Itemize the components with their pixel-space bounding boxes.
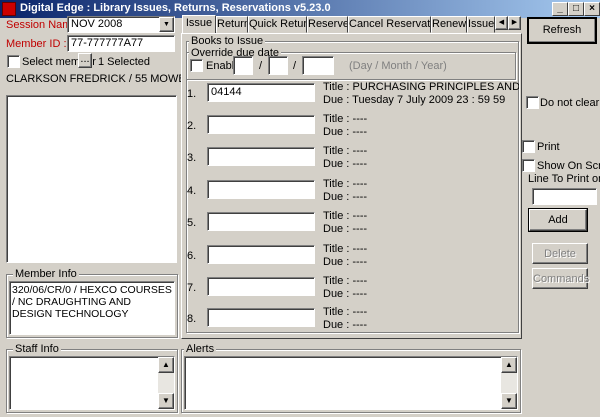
book-barcode-input-8[interactable] — [207, 308, 315, 327]
session-name-select[interactable]: NOV 2008 ▼ — [67, 16, 175, 33]
do-not-clear-checkbox[interactable] — [526, 96, 539, 109]
book-title-6: Title : ---- — [323, 243, 368, 255]
book-due-1: Due : Tuesday 7 July 2009 23 : 59 59 — [323, 94, 506, 106]
date-format-hint: (Day / Month / Year) — [349, 60, 447, 72]
book-barcode-input-1[interactable]: 04144 — [207, 83, 315, 102]
staff-info-group: Staff Info ▲ ▼ — [6, 343, 178, 413]
app-icon — [2, 2, 16, 16]
book-title-4: Title : ---- — [323, 178, 368, 190]
member-id-label: Member ID : — [6, 38, 67, 50]
row-number: 4. — [187, 185, 197, 197]
alerts-label: Alerts — [184, 343, 217, 355]
alerts-text[interactable]: ▲ ▼ — [184, 356, 518, 410]
book-title-5: Title : ---- — [323, 210, 368, 222]
tab-issue[interactable]: Issue — [182, 15, 216, 34]
tab-quick-return[interactable]: Quick Return — [248, 16, 307, 33]
book-barcode-input-2[interactable] — [207, 115, 315, 134]
tab-scroll-right-icon[interactable]: ▶ — [508, 16, 521, 30]
due-month-input[interactable] — [268, 56, 288, 75]
row-number: 5. — [187, 217, 197, 229]
add-button[interactable]: Add — [528, 208, 588, 232]
tab-renew[interactable]: Renew — [431, 16, 467, 33]
book-title-2: Title : ---- — [323, 113, 368, 125]
delete-button[interactable]: Delete — [532, 243, 588, 264]
member-info-text: 320/06/CR/0 / HEXCO COURSES / NC DRAUGHT… — [9, 281, 175, 335]
book-due-2: Due : ---- — [323, 126, 367, 138]
tab-cancel-reservations[interactable]: Cancel Reservations — [348, 16, 431, 33]
dropdown-arrow-icon[interactable]: ▼ — [159, 17, 174, 32]
member-photo-area — [6, 95, 177, 263]
show-on-screen-checkbox[interactable] — [522, 159, 535, 172]
member-info-group: Member Info 320/06/CR/0 / HEXCO COURSES … — [6, 268, 178, 338]
tab-scroll-left-icon[interactable]: ◀ — [495, 16, 508, 30]
minimize-button[interactable]: _ — [552, 2, 568, 16]
row-number: 8. — [187, 313, 197, 325]
due-year-input[interactable] — [302, 56, 334, 75]
staff-info-text[interactable]: ▲ ▼ — [9, 356, 175, 410]
book-barcode-input-3[interactable] — [207, 147, 315, 166]
date-separator-1: / — [259, 60, 263, 72]
row-number: 6. — [187, 250, 197, 262]
session-name-value: NOV 2008 — [71, 18, 123, 30]
select-member-checkbox[interactable] — [7, 55, 20, 68]
close-button[interactable]: × — [584, 2, 600, 16]
tab-reserve[interactable]: Reserve — [307, 16, 348, 33]
member-id-input[interactable]: 77-777777A77 — [67, 35, 175, 52]
alerts-group: Alerts ▲ ▼ — [181, 343, 521, 413]
book-title-3: Title : ---- — [323, 145, 368, 157]
line-to-print-label: Line To Print on : — [528, 173, 600, 185]
staff-info-label: Staff Info — [13, 343, 61, 355]
book-barcode-input-7[interactable] — [207, 277, 315, 296]
do-not-clear-label: Do not clear — [540, 97, 600, 109]
alerts-scrollbar[interactable]: ▲ ▼ — [501, 357, 517, 409]
commands-button[interactable]: Commands — [532, 268, 589, 289]
scroll-up-icon[interactable]: ▲ — [158, 357, 174, 373]
book-barcode-input-5[interactable] — [207, 212, 315, 231]
enable-override-checkbox[interactable] — [190, 59, 203, 72]
row-number: 1. — [187, 88, 197, 100]
show-on-screen-label: Show On Screen — [537, 160, 600, 172]
staff-info-scrollbar[interactable]: ▲ ▼ — [158, 357, 174, 409]
book-due-7: Due : ---- — [323, 288, 367, 300]
book-due-6: Due : ---- — [323, 256, 367, 268]
print-checkbox[interactable] — [522, 140, 535, 153]
book-due-5: Due : ---- — [323, 223, 367, 235]
scroll-down-icon[interactable]: ▼ — [501, 393, 517, 409]
member-name-address: CLARKSON FREDRICK / 55 MOWBRAY DRIV — [6, 73, 182, 85]
date-separator-2: / — [293, 60, 297, 72]
scroll-up-icon[interactable]: ▲ — [501, 357, 517, 373]
window-title: Digital Edge : Library Issues, Returns, … — [20, 2, 331, 14]
book-due-3: Due : ---- — [323, 158, 367, 170]
member-info-label: Member Info — [13, 268, 79, 280]
tab-issue-item[interactable]: Issue I — [467, 16, 495, 33]
print-label: Print — [537, 141, 560, 153]
row-number: 2. — [187, 120, 197, 132]
book-title-8: Title : ---- — [323, 306, 368, 318]
selected-count: 1 Selected — [98, 56, 150, 68]
due-day-input[interactable] — [233, 56, 253, 75]
tab-return[interactable]: Return — [216, 16, 248, 33]
book-barcode-input-6[interactable] — [207, 245, 315, 264]
row-number: 7. — [187, 282, 197, 294]
book-due-4: Due : ---- — [323, 191, 367, 203]
maximize-button[interactable]: □ — [568, 2, 584, 16]
scroll-down-icon[interactable]: ▼ — [158, 393, 174, 409]
select-member-browse-button[interactable]: ... — [78, 53, 92, 68]
row-number: 3. — [187, 152, 197, 164]
books-to-issue-label: Books to Issue — [189, 35, 266, 47]
book-barcode-input-4[interactable] — [207, 180, 315, 199]
line-to-print-input[interactable] — [532, 188, 597, 205]
refresh-button[interactable]: Refresh — [527, 17, 597, 44]
book-due-8: Due : ---- — [323, 319, 367, 331]
book-title-7: Title : ---- — [323, 275, 368, 287]
book-title-1: Title : PURCHASING PRINCIPLES AND MANAGE… — [323, 81, 519, 93]
